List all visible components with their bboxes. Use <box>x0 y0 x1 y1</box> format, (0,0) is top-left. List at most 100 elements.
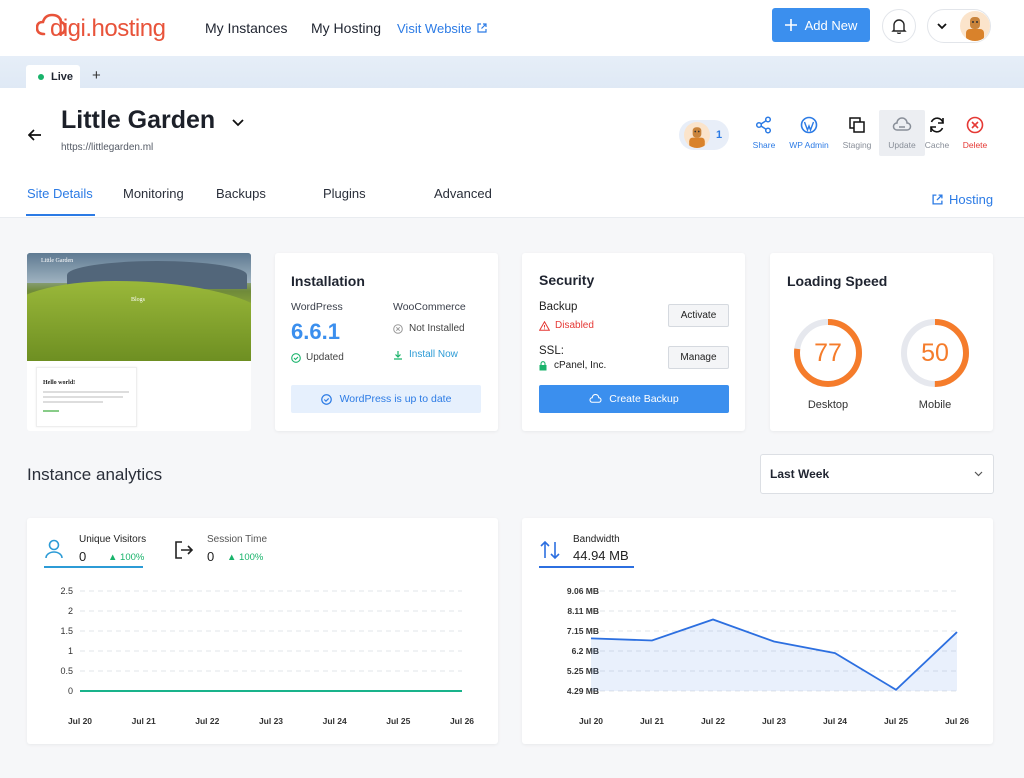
x-circle-icon <box>393 323 403 334</box>
wordpress-label: WordPress <box>291 301 343 313</box>
check-circle-icon <box>320 393 332 405</box>
bandwidth-chart-card: Bandwidth 44.94 MB 4.29 MB 5.25 MB 6.2 MB 7… <box>522 518 993 744</box>
lock-icon <box>539 360 547 370</box>
bandwidth-area-chart: 4.29 MB5.25 MB6.2 MB7.15 MB8.11 MB9.06 M… <box>567 586 969 726</box>
loading-speed-title: Loading Speed <box>787 273 888 289</box>
x-tick-label: Jul 25 <box>884 716 908 726</box>
tab-live[interactable]: Live <box>26 65 80 88</box>
staging-label: Staging <box>842 140 872 150</box>
y-tick-label: 2.5 <box>60 586 73 596</box>
x-tick-label: Jul 21 <box>132 716 156 726</box>
backup-status-text: Disabled <box>555 320 594 331</box>
wordpress-uptodate-button[interactable]: WordPress is up to date <box>291 385 481 413</box>
live-status-dot <box>38 73 44 80</box>
site-members[interactable]: 1 <box>679 120 729 150</box>
site-header: Little Garden https://littlegarden.ml 1 … <box>0 88 1024 218</box>
ssl-label: SSL: <box>539 345 564 357</box>
back-arrow-icon[interactable] <box>28 128 42 142</box>
external-link-icon <box>932 194 943 205</box>
hosting-link-label: Hosting <box>949 192 994 207</box>
cloud-icon <box>589 394 602 403</box>
desktop-speed-label: Desktop <box>807 399 849 411</box>
user-menu[interactable] <box>927 9 991 43</box>
visitors-line-chart: 0 0.5 1 1.5 2 2.5 Jul 20 Jul 21 Jul 22 Jul 23 Jul … <box>60 586 474 726</box>
analytics-range-select[interactable]: Last Week <box>760 454 994 494</box>
site-preview-thumbnail[interactable]: Little Garden Blogs Hello world! <box>27 253 251 431</box>
brand-logo[interactable]: digi.hosting <box>36 10 170 44</box>
desktop-speed-value: 77 <box>814 339 842 367</box>
loading-speed-card: Loading Speed 77 Desktop 50 Mobile <box>770 253 993 431</box>
chevron-down-icon <box>974 471 983 477</box>
wordpress-status-text: Updated <box>306 352 344 363</box>
activate-backup-button[interactable]: Activate <box>668 304 729 327</box>
series-area <box>591 619 957 691</box>
wordpress-status: Updated <box>291 352 344 363</box>
copy-icon <box>849 117 865 133</box>
backup-label: Backup <box>539 301 578 313</box>
member-avatar <box>684 122 710 148</box>
x-tick-label: Jul 22 <box>701 716 725 726</box>
analytics-range-value: Last Week <box>770 467 830 481</box>
notifications-button[interactable] <box>882 9 916 43</box>
tab-advanced[interactable]: Advanced <box>434 186 492 201</box>
close-circle-icon <box>966 116 984 134</box>
wp-admin-button[interactable]: WP Admin <box>786 110 832 156</box>
ssl-provider: cPanel, Inc. <box>539 360 606 371</box>
create-backup-button[interactable]: Create Backup <box>539 385 729 413</box>
add-environment-button[interactable]: + <box>92 67 101 84</box>
site-url[interactable]: https://littlegarden.ml <box>61 142 153 153</box>
add-new-button[interactable]: Add New <box>772 8 870 42</box>
tab-backups[interactable]: Backups <box>216 186 266 201</box>
check-circle-icon <box>291 352 301 363</box>
install-woocommerce-link[interactable]: Install Now <box>393 349 458 360</box>
hosting-link[interactable]: Hosting <box>932 192 993 207</box>
visit-website-link[interactable]: Visit Website <box>397 0 487 56</box>
site-switch-chevron-icon[interactable] <box>231 118 245 128</box>
installation-card: Installation WordPress 6.6.1 Updated Woo… <box>275 253 498 431</box>
ssl-provider-text: cPanel, Inc. <box>554 360 607 371</box>
x-tick-label: Jul 21 <box>640 716 664 726</box>
x-tick-label: Jul 20 <box>579 716 603 726</box>
mobile-speed-label: Mobile <box>918 399 952 411</box>
tab-site-details[interactable]: Site Details <box>27 186 93 201</box>
x-tick-label: Jul 26 <box>450 716 474 726</box>
y-tick-label: 2 <box>68 606 73 616</box>
visitors-chart-card: Unique Visitors 0 ▲ 100% Session Time 0 … <box>27 518 498 744</box>
x-tick-label: Jul 23 <box>762 716 786 726</box>
y-tick-label: 1 <box>68 646 73 656</box>
preview-post-title: Hello world! <box>43 380 76 386</box>
nav-my-hosting[interactable]: My Hosting <box>311 0 381 56</box>
delete-label: Delete <box>962 140 988 150</box>
create-backup-label: Create Backup <box>609 393 679 405</box>
wordpress-icon <box>800 116 818 134</box>
top-navbar: digi.hosting My Instances My Hosting Vis… <box>0 0 1024 56</box>
tab-plugins[interactable]: Plugins <box>323 186 366 201</box>
woocommerce-status-text: Not Installed <box>409 323 465 334</box>
external-link-icon <box>477 23 487 33</box>
security-title: Security <box>539 272 595 288</box>
user-avatar <box>960 11 990 41</box>
brand-name: digi.hosting <box>50 15 166 42</box>
delete-button[interactable]: Delete <box>952 110 998 156</box>
installation-title: Installation <box>291 273 365 289</box>
preview-hero-image: Little Garden Blogs <box>27 253 251 361</box>
x-tick-label: Jul 23 <box>259 716 283 726</box>
download-icon <box>394 350 402 360</box>
uptodate-label: WordPress is up to date <box>339 393 452 405</box>
preview-site-name: Little Garden <box>41 258 74 264</box>
manage-ssl-button[interactable]: Manage <box>668 346 729 369</box>
update-label: Update <box>888 140 916 150</box>
chevron-down-icon <box>937 23 947 30</box>
x-tick-label: Jul 25 <box>386 716 410 726</box>
x-tick-label: Jul 22 <box>195 716 219 726</box>
tab-monitoring[interactable]: Monitoring <box>123 186 184 201</box>
y-tick-label: 0.5 <box>60 666 73 676</box>
staging-button[interactable]: Staging <box>834 110 880 156</box>
cloud-icon <box>892 117 912 131</box>
share-button[interactable]: Share <box>741 110 787 156</box>
cache-label: Cache <box>924 140 950 150</box>
backup-status: Disabled <box>539 320 594 331</box>
nav-my-instances[interactable]: My Instances <box>205 0 287 56</box>
mobile-speed-value: 50 <box>921 339 949 367</box>
live-tab-label: Live <box>51 70 74 83</box>
